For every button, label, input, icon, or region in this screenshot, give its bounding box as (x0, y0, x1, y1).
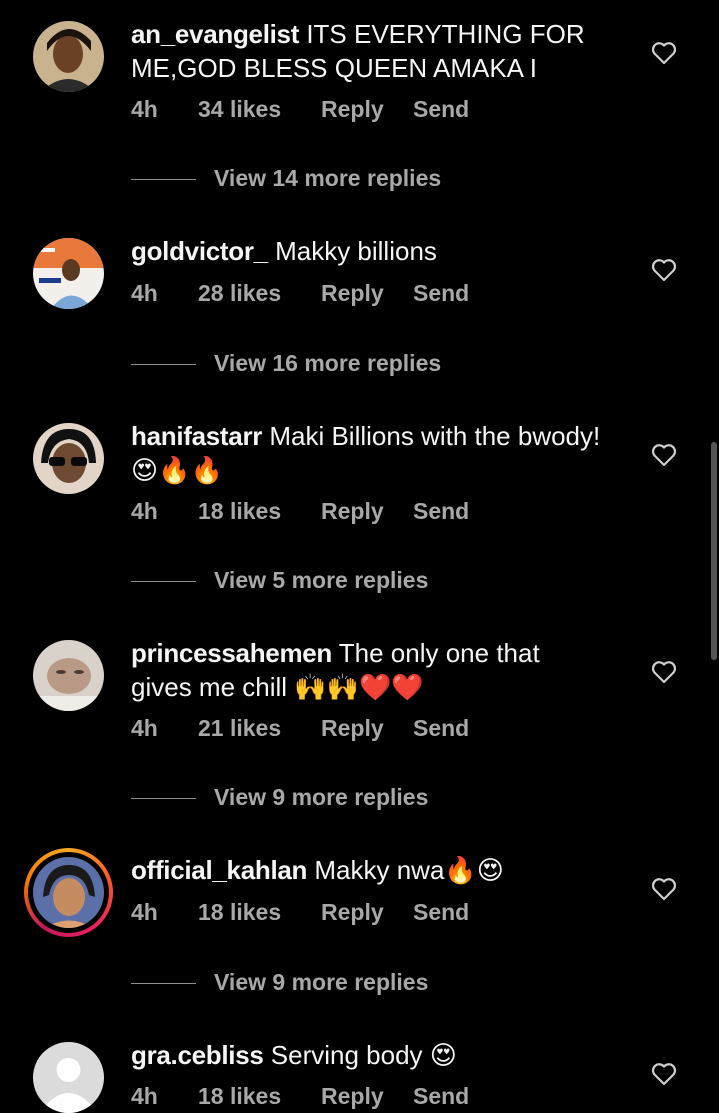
timestamp: 4h (131, 96, 158, 122)
send-button[interactable]: Send (413, 899, 469, 926)
heart-icon[interactable] (651, 41, 677, 65)
divider-line (131, 179, 196, 180)
heart-icon[interactable] (651, 258, 677, 282)
timestamp: 4h (131, 1083, 158, 1109)
comment-text: goldvictor_ Makky billions (131, 234, 601, 268)
comment-text: an_evangelist ITS EVERYTHING FOR ME,GOD … (131, 17, 601, 85)
divider-line (131, 581, 196, 582)
view-replies-label[interactable]: View 16 more replies (214, 350, 441, 377)
heart-icon[interactable] (651, 877, 677, 901)
comment-text: hanifastarr Maki Billions with the bwody… (131, 419, 601, 487)
likes-count[interactable]: 28 likes (198, 280, 281, 307)
scrollbar[interactable] (711, 442, 717, 660)
username-link[interactable]: princessahemen (131, 638, 332, 668)
heart-icon[interactable] (651, 660, 677, 684)
likes-count[interactable]: 21 likes (198, 715, 281, 742)
timestamp: 4h (131, 498, 158, 524)
divider-line (131, 983, 196, 984)
username-link[interactable]: official_kahlan (131, 855, 307, 885)
comment-text: gra.cebliss Serving body 😍 (131, 1038, 601, 1072)
view-replies-label[interactable]: View 9 more replies (214, 784, 428, 811)
likes-count[interactable]: 18 likes (198, 899, 281, 926)
send-button[interactable]: Send (413, 715, 469, 742)
avatar[interactable] (33, 238, 104, 309)
divider-line (131, 364, 196, 365)
reply-button[interactable]: Reply (321, 1083, 384, 1110)
divider-line (131, 798, 196, 799)
username-link[interactable]: gra.cebliss (131, 1040, 264, 1070)
timestamp: 4h (131, 280, 158, 306)
story-ring-gap (28, 852, 109, 933)
avatar-story-ring[interactable] (24, 848, 113, 937)
username-link[interactable]: goldvictor_ (131, 236, 268, 266)
avatar-placeholder-icon[interactable] (33, 1042, 104, 1113)
reply-button[interactable]: Reply (321, 899, 384, 926)
likes-count[interactable]: 18 likes (198, 1083, 281, 1110)
view-replies-label[interactable]: View 9 more replies (214, 969, 428, 996)
comment-text: official_kahlan Makky nwa🔥😍 (131, 853, 601, 887)
timestamp: 4h (131, 899, 158, 925)
likes-count[interactable]: 34 likes (198, 96, 281, 123)
reply-button[interactable]: Reply (321, 96, 384, 123)
timestamp: 4h (131, 715, 158, 741)
reply-button[interactable]: Reply (321, 498, 384, 525)
avatar[interactable] (33, 423, 104, 494)
heart-icon[interactable] (651, 443, 677, 467)
send-button[interactable]: Send (413, 498, 469, 525)
reply-button[interactable]: Reply (321, 280, 384, 307)
username-link[interactable]: hanifastarr (131, 421, 262, 451)
view-replies-label[interactable]: View 5 more replies (214, 567, 428, 594)
comment-text: princessahemen The only one that gives m… (131, 636, 601, 704)
heart-icon[interactable] (651, 1062, 677, 1086)
send-button[interactable]: Send (413, 280, 469, 307)
username-link[interactable]: an_evangelist (131, 19, 299, 49)
send-button[interactable]: Send (413, 1083, 469, 1110)
comment-body: Serving body 😍 (270, 1040, 457, 1070)
comment-body: Makky nwa🔥😍 (314, 855, 504, 885)
avatar[interactable] (33, 640, 104, 711)
reply-button[interactable]: Reply (321, 715, 384, 742)
likes-count[interactable]: 18 likes (198, 498, 281, 525)
avatar[interactable] (33, 21, 104, 92)
avatar (33, 857, 104, 928)
comment-body: Makky billions (275, 236, 437, 266)
send-button[interactable]: Send (413, 96, 469, 123)
view-replies-label[interactable]: View 14 more replies (214, 165, 441, 192)
